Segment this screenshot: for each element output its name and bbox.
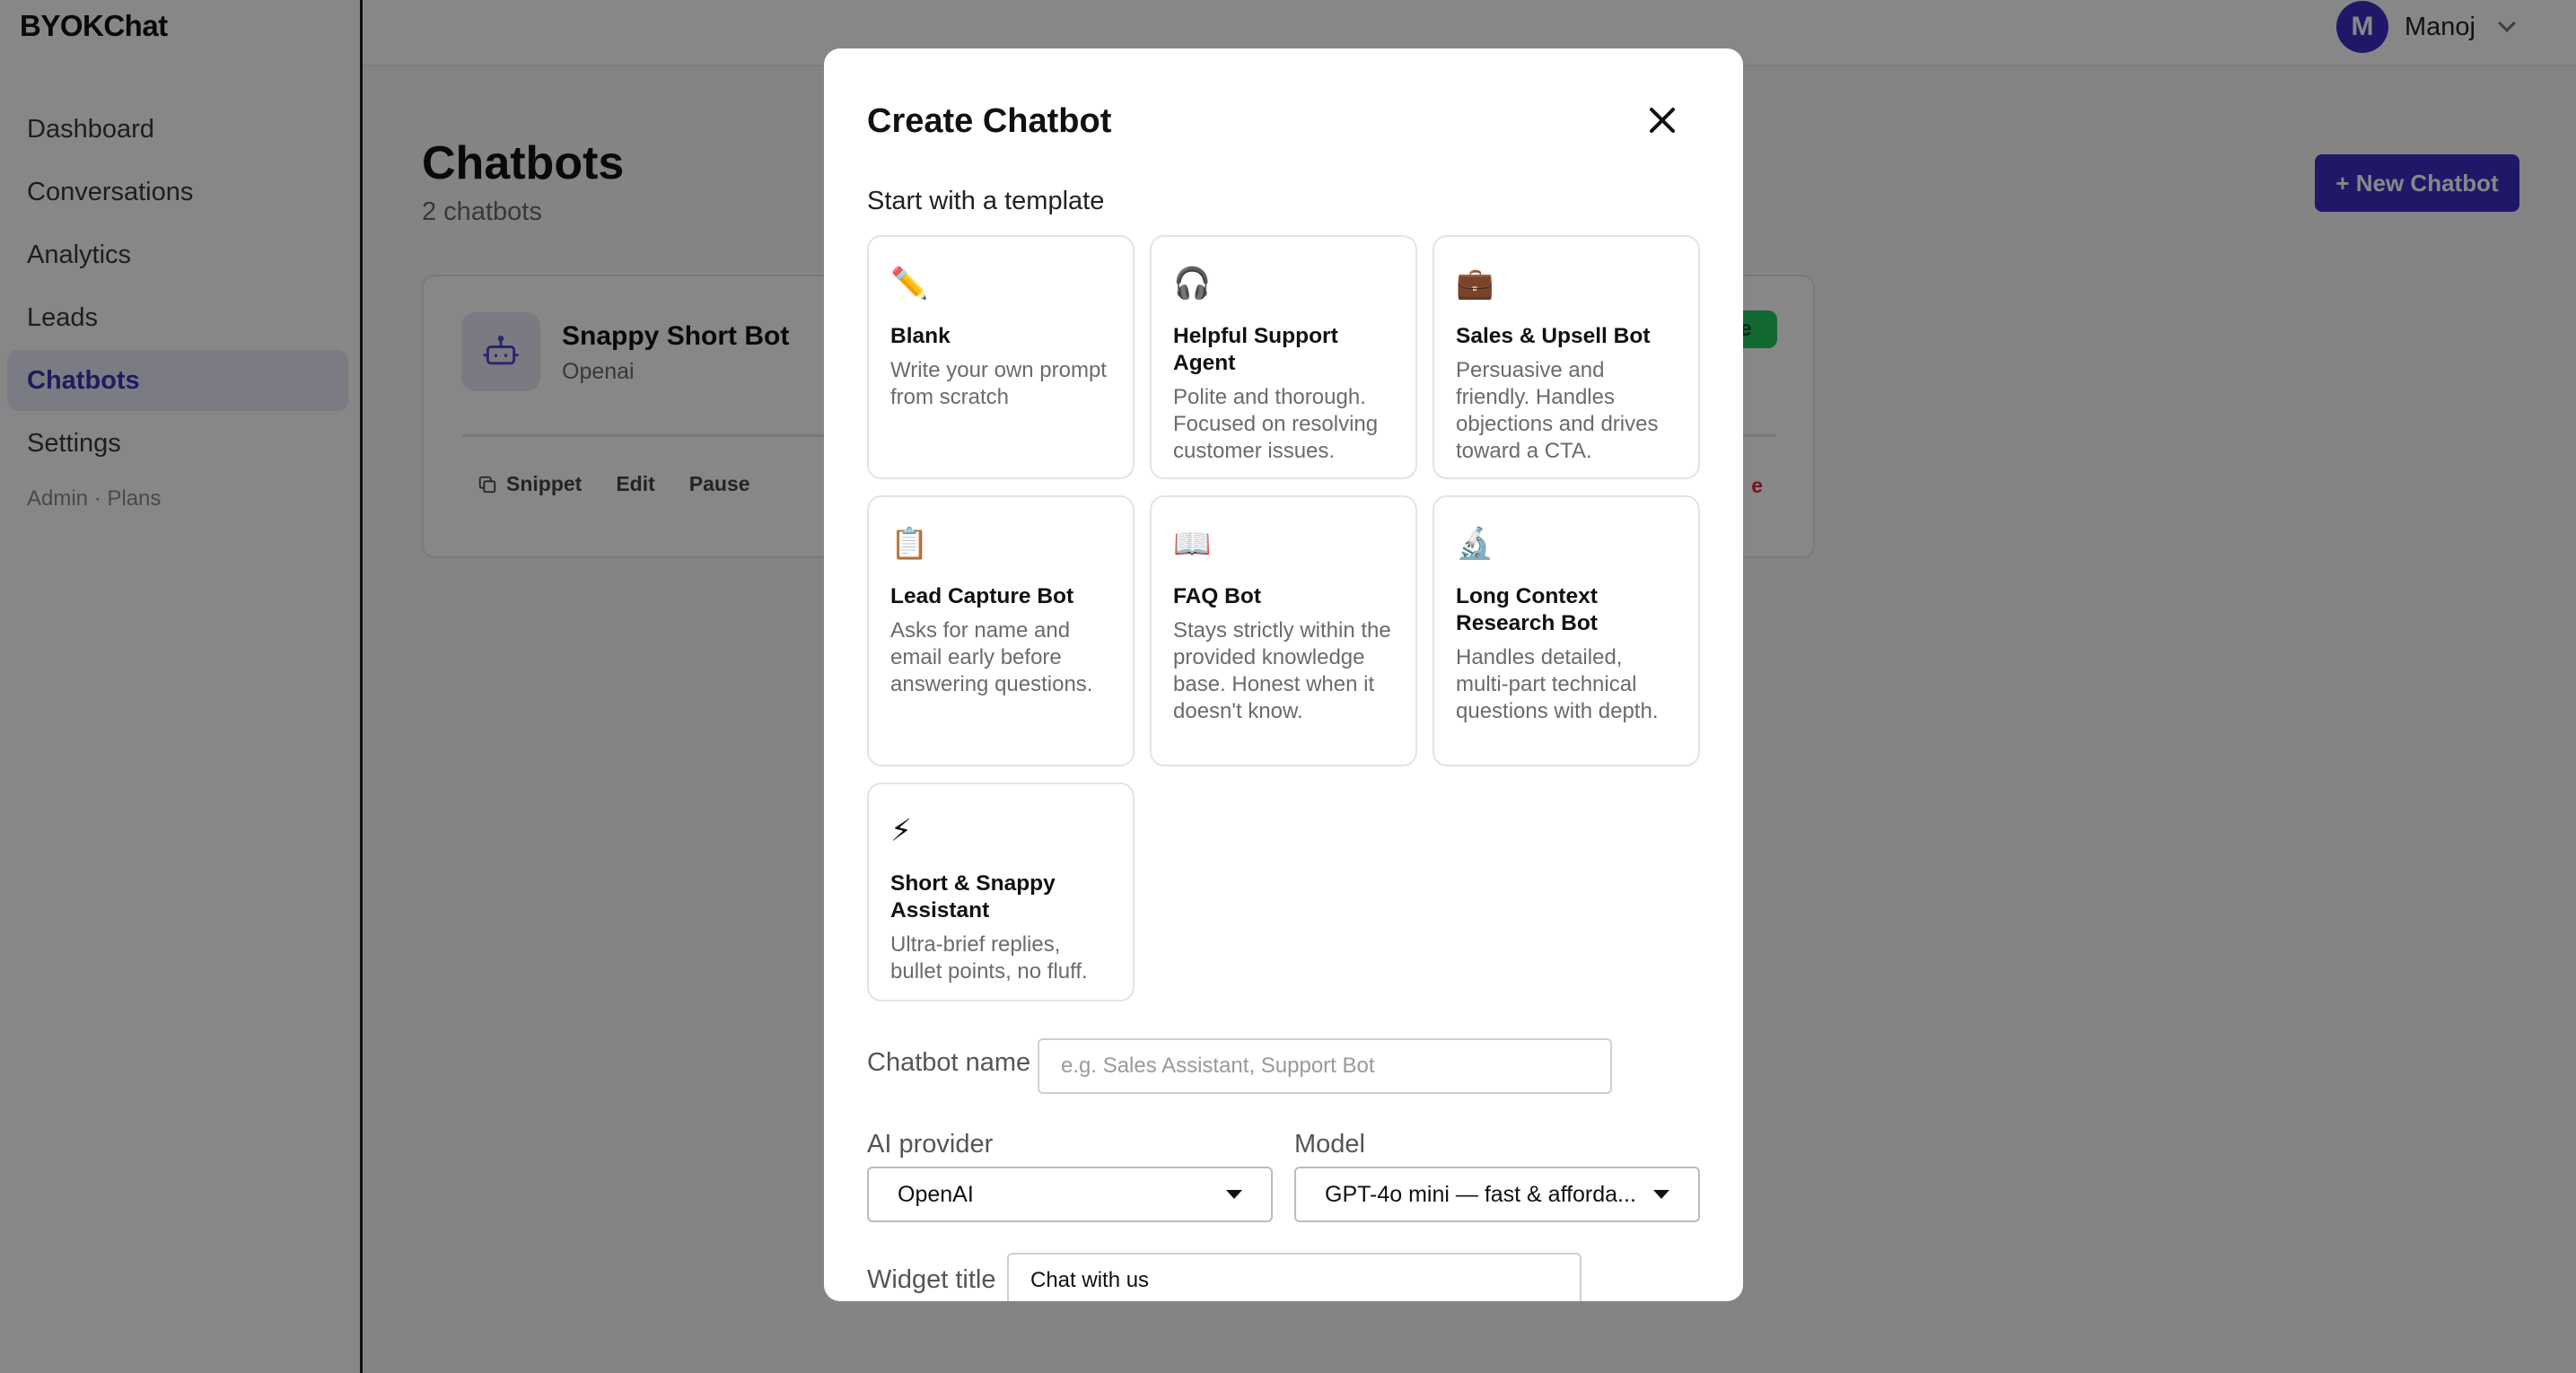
caret-down-icon bbox=[1226, 1190, 1242, 1199]
close-icon bbox=[1650, 108, 1675, 133]
template-description: Persuasive and friendly. Handles objecti… bbox=[1456, 358, 1659, 463]
template-card-blank[interactable]: ✏️ Blank Write your own prompt from scra… bbox=[867, 235, 1135, 479]
template-description: Ultra-brief replies, bullet points, no f… bbox=[890, 932, 1088, 984]
template-card-short-snappy[interactable]: ⚡ Short & Snappy Assistant Ultra-brief r… bbox=[867, 783, 1135, 1001]
lightning-icon: ⚡ bbox=[890, 813, 912, 849]
template-description: Stays strictly within the provided knowl… bbox=[1173, 618, 1391, 723]
template-description: Polite and thorough. Focused on resolvin… bbox=[1173, 385, 1379, 463]
chatbot-name-input[interactable] bbox=[1038, 1038, 1612, 1094]
close-button[interactable] bbox=[1641, 99, 1684, 142]
ai-provider-select[interactable]: OpenAI bbox=[867, 1167, 1273, 1222]
clipboard-icon: 📋 bbox=[890, 526, 929, 562]
template-description: Asks for name and email early before ans… bbox=[890, 618, 1093, 696]
template-name: Long Context Research Bot bbox=[1456, 584, 1598, 635]
template-card-research[interactable]: 🔬 Long Context Research Bot Handles deta… bbox=[1433, 495, 1700, 766]
template-name: Lead Capture Bot bbox=[890, 584, 1074, 608]
pencil-icon: ✏️ bbox=[890, 266, 929, 302]
widget-title-label: Widget title bbox=[867, 1265, 996, 1294]
create-chatbot-modal: Create Chatbot Start with a template ✏️ … bbox=[824, 48, 1743, 1301]
template-card-sales[interactable]: 💼 Sales & Upsell Bot Persuasive and frie… bbox=[1433, 235, 1700, 479]
modal-title: Create Chatbot bbox=[867, 102, 1112, 140]
model-label: Model bbox=[1294, 1130, 1365, 1159]
open-book-icon: 📖 bbox=[1173, 526, 1212, 562]
template-description: Handles detailed, multi-part technical q… bbox=[1456, 645, 1659, 723]
template-name: FAQ Bot bbox=[1173, 584, 1261, 608]
headphones-icon: 🎧 bbox=[1173, 266, 1212, 302]
template-card-faq[interactable]: 📖 FAQ Bot Stays strictly within the prov… bbox=[1150, 495, 1417, 766]
widget-title-input[interactable] bbox=[1007, 1253, 1582, 1301]
template-description: Write your own prompt from scratch bbox=[890, 358, 1107, 409]
model-value: GPT-4o mini — fast & afforda... bbox=[1325, 1181, 1636, 1207]
briefcase-icon: 💼 bbox=[1456, 266, 1494, 302]
model-select[interactable]: GPT-4o mini — fast & afforda... bbox=[1294, 1167, 1700, 1222]
template-name: Sales & Upsell Bot bbox=[1456, 324, 1651, 348]
caret-down-icon bbox=[1653, 1190, 1669, 1199]
template-card-support[interactable]: 🎧 Helpful Support Agent Polite and thoro… bbox=[1150, 235, 1417, 479]
template-name: Helpful Support Agent bbox=[1173, 324, 1338, 375]
template-name: Short & Snappy Assistant bbox=[890, 871, 1056, 923]
template-name: Blank bbox=[890, 324, 951, 348]
template-section-label: Start with a template bbox=[867, 187, 1105, 215]
template-card-lead-capture[interactable]: 📋 Lead Capture Bot Asks for name and ema… bbox=[867, 495, 1135, 766]
ai-provider-label: AI provider bbox=[867, 1130, 994, 1159]
microscope-icon: 🔬 bbox=[1456, 526, 1494, 562]
chatbot-name-label: Chatbot name bbox=[867, 1048, 1031, 1077]
ai-provider-value: OpenAI bbox=[898, 1181, 974, 1207]
